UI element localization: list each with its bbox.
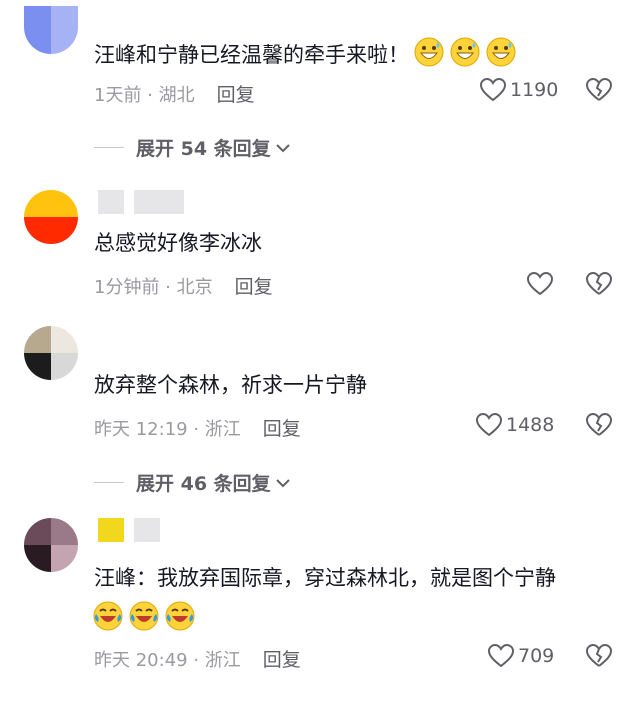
dislike-button[interactable] [586, 413, 612, 437]
divider [94, 147, 124, 148]
emoji-row [92, 600, 620, 640]
broken-heart-icon [586, 413, 612, 436]
comment-meta: 1分钟前 · 北京 回复 [94, 272, 273, 299]
like-count: 1190 [510, 79, 559, 101]
reply-button[interactable]: 回复 [235, 276, 273, 298]
comment-meta: 昨天 20:49 · 浙江 回复 [94, 645, 301, 672]
laugh-cry-icon [92, 600, 124, 640]
heart-icon [476, 413, 502, 437]
grin-sweat-icon [449, 36, 481, 76]
avatar[interactable] [24, 190, 78, 244]
avatar[interactable] [24, 518, 78, 572]
like-count: 709 [518, 645, 555, 667]
time-location: 1天前 · 湖北 [94, 85, 195, 106]
expand-replies-button[interactable]: 展开 54 条回复 [94, 134, 291, 161]
dislike-button[interactable] [586, 272, 612, 296]
like-button[interactable]: 1190 [480, 78, 558, 102]
chevron-down-icon [275, 143, 290, 152]
dislike-button[interactable] [586, 78, 612, 102]
like-button[interactable]: 709 [488, 644, 554, 668]
grin-sweat-icon [485, 36, 517, 76]
like-button[interactable]: 1488 [476, 413, 554, 437]
chevron-down-icon [275, 478, 290, 487]
avatar[interactable] [24, 6, 78, 54]
time-location: 昨天 12:19 · 浙江 [94, 419, 241, 440]
reply-button[interactable]: 回复 [263, 649, 301, 671]
time-location: 昨天 20:49 · 浙江 [94, 650, 241, 671]
like-button[interactable] [527, 272, 553, 296]
comment-text: 汪峰：我放弃国际章，穿过森林北，就是图个宁静 [94, 566, 556, 590]
reply-button[interactable]: 回复 [217, 84, 255, 106]
like-count: 1488 [506, 414, 555, 436]
divider [94, 482, 124, 483]
heart-icon [527, 272, 553, 296]
reply-button[interactable]: 回复 [263, 418, 301, 440]
dislike-button[interactable] [586, 644, 612, 668]
broken-heart-icon [586, 78, 612, 101]
broken-heart-icon [586, 644, 612, 667]
username-redacted[interactable] [98, 518, 170, 544]
comment-meta: 1天前 · 湖北 回复 [94, 80, 255, 107]
heart-icon [480, 78, 506, 102]
username-redacted[interactable] [98, 190, 194, 216]
comment-meta: 昨天 12:19 · 浙江 回复 [94, 414, 301, 441]
time-location: 1分钟前 · 北京 [94, 277, 213, 298]
laugh-cry-icon [164, 600, 196, 640]
heart-icon [488, 644, 514, 668]
avatar[interactable] [24, 326, 78, 380]
broken-heart-icon [586, 272, 612, 295]
grin-sweat-icon [413, 36, 445, 76]
comment-text: 总感觉好像李冰冰 [94, 231, 262, 255]
laugh-cry-icon [128, 600, 160, 640]
expand-replies-button[interactable]: 展开 46 条回复 [94, 469, 291, 496]
comment-text: 放弃整个森林，祈求一片宁静 [94, 373, 367, 397]
comment-text: 汪峰和宁静已经温馨的牵手来啦！ [94, 36, 620, 76]
